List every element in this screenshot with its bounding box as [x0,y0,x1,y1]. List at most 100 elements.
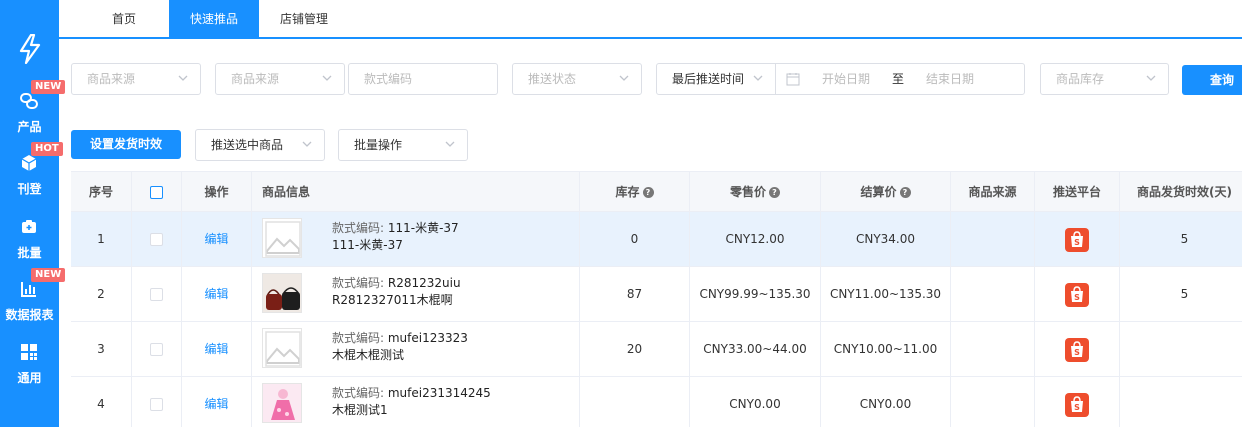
cell-action: 编辑 [182,267,252,321]
product-info-text: 款式编码: R281232uiu R2812327011木棍啊 [332,275,461,309]
nav-label-reports: 数据报表 [5,308,54,322]
cell-source [951,377,1035,427]
edit-link[interactable]: 编辑 [204,342,228,356]
cell-product-info: 款式编码: 111-米黄-37 111-米黄-37 [252,212,580,266]
help-icon[interactable]: ? [642,187,654,198]
bulk-ops-select[interactable]: 批量操作 [338,129,468,161]
cell-settle-price: CNY0.00 [821,377,951,427]
cell-select [132,212,182,266]
link-icon [20,93,38,109]
date-separator: 至 [892,72,905,86]
svg-text:S: S [1074,238,1080,247]
cell-platform: S [1035,267,1120,321]
date-type-select[interactable]: 最后推送时间 [656,63,776,95]
cell-select [132,322,182,376]
product-info-text: 款式编码: mufei123323 木棍木棍测试 [332,330,468,364]
source-select-1[interactable]: 商品来源 [71,63,201,95]
nav-label-general: 通用 [17,371,42,385]
edit-link[interactable]: 编辑 [204,287,228,301]
row-checkbox[interactable] [150,398,163,411]
edit-link[interactable]: 编辑 [204,232,228,246]
table-row: 1 编辑 款式编码: 111-米黄-37 111-米黄-37 0 CNY12.00 CNY3… [71,212,1242,267]
header-platform: 推送平台 [1035,172,1120,212]
svg-text:S: S [1074,403,1080,412]
chevron-down-icon [302,141,312,147]
start-date-placeholder: 开始日期 [822,72,871,86]
header-retail-price: 零售价? [690,172,821,212]
table-row: 4 编辑 款式编码: mufei231314245 木棍测试1 CNY0.00 CNY0.… [71,377,1242,427]
cube-icon [21,155,37,171]
product-thumb-pink [263,384,301,422]
nav-item-reports[interactable]: NEW 数据报表 [0,268,66,336]
cell-settle-price: CNY10.00~11.00 [821,322,951,376]
push-status-select[interactable]: 推送状态 [512,63,642,95]
style-code-prefix: 款式编码: [332,331,388,345]
style-code-input[interactable]: 款式编码 [348,63,498,95]
query-button[interactable]: 查询 [1182,65,1242,95]
nav-item-product[interactable]: NEW 产品 [0,80,66,148]
cell-product-info: 款式编码: mufei231314245 木棍测试1 [252,377,580,427]
stock-select[interactable]: 商品库存 [1040,63,1169,95]
help-icon[interactable]: ? [899,187,911,198]
stock-placeholder: 商品库存 [1056,72,1105,86]
nav-item-batch[interactable]: 批量 [0,218,59,274]
chevron-down-icon [619,75,629,81]
tab-quick-push[interactable]: 快速推品 [169,0,259,37]
edit-link[interactable]: 编辑 [204,397,228,411]
cell-stock: 0 [580,212,690,266]
set-ship-time-button[interactable]: 设置发货时效 [71,130,181,159]
cell-retail-price: CNY99.99~135.30 [690,267,821,321]
cell-index: 4 [71,377,132,427]
nav-badge-hot: HOT [31,142,63,156]
nav-item-general[interactable]: 通用 [0,343,59,399]
cell-platform: S [1035,377,1120,427]
style-code-prefix: 款式编码: [332,386,388,400]
product-thumbnail[interactable] [262,328,302,368]
grid-icon [21,344,37,360]
product-name: 木棍测试1 [332,403,388,417]
product-thumbnail[interactable] [262,273,302,313]
select-all-checkbox[interactable] [150,186,163,199]
tab-store-management[interactable]: 店铺管理 [259,0,349,37]
cell-index: 2 [71,267,132,321]
style-code-prefix: 款式编码: [332,276,388,290]
header-ship-time: 商品发货时效(天) [1120,172,1242,212]
cell-settle-price: CNY34.00 [821,212,951,266]
source-select-2[interactable]: 商品来源 [215,63,345,95]
cell-ship-time [1120,377,1242,427]
cell-stock: 20 [580,322,690,376]
chevron-down-icon [178,75,188,81]
nav-label-listing: 刊登 [17,182,42,196]
product-info-text: 款式编码: mufei231314245 木棍测试1 [332,385,491,419]
push-selected-select[interactable]: 推送选中商品 [195,129,325,161]
header-stock-label: 库存 [615,185,640,199]
header-index: 序号 [71,172,132,212]
bulk-ops-label: 批量操作 [354,138,403,152]
cell-action: 编辑 [182,322,252,376]
product-name: R2812327011木棍啊 [332,293,453,307]
product-thumbnail[interactable] [262,218,302,258]
nav-label-batch: 批量 [17,246,42,260]
row-checkbox[interactable] [150,288,163,301]
header-settle-price: 结算价? [821,172,951,212]
side-nav: NEW 产品 HOT 刊登 批量 NEW 数据报表 通用 [0,0,66,427]
image-placeholder-icon [263,219,301,257]
cell-product-info: 款式编码: mufei123323 木棍木棍测试 [252,322,580,376]
tab-home[interactable]: 首页 [79,0,169,37]
cell-action: 编辑 [182,377,252,427]
calendar-icon [786,73,800,86]
nav-item-listing[interactable]: HOT 刊登 [0,142,63,210]
header-retail-label: 零售价 [729,185,766,199]
chevron-down-icon [753,75,763,81]
product-thumbnail[interactable] [262,383,302,423]
date-range-picker[interactable]: 开始日期 至 结束日期 [775,63,1025,95]
bar-chart-icon [21,282,36,297]
logo-bolt-icon [19,34,41,64]
product-info-text: 款式编码: 111-米黄-37 111-米黄-37 [332,220,459,254]
help-icon[interactable]: ? [769,187,780,198]
row-checkbox[interactable] [150,233,163,246]
row-checkbox[interactable] [150,343,163,356]
cell-source [951,212,1035,266]
product-name: 木棍木棍测试 [332,348,405,362]
header-settle-label: 结算价 [860,185,897,199]
